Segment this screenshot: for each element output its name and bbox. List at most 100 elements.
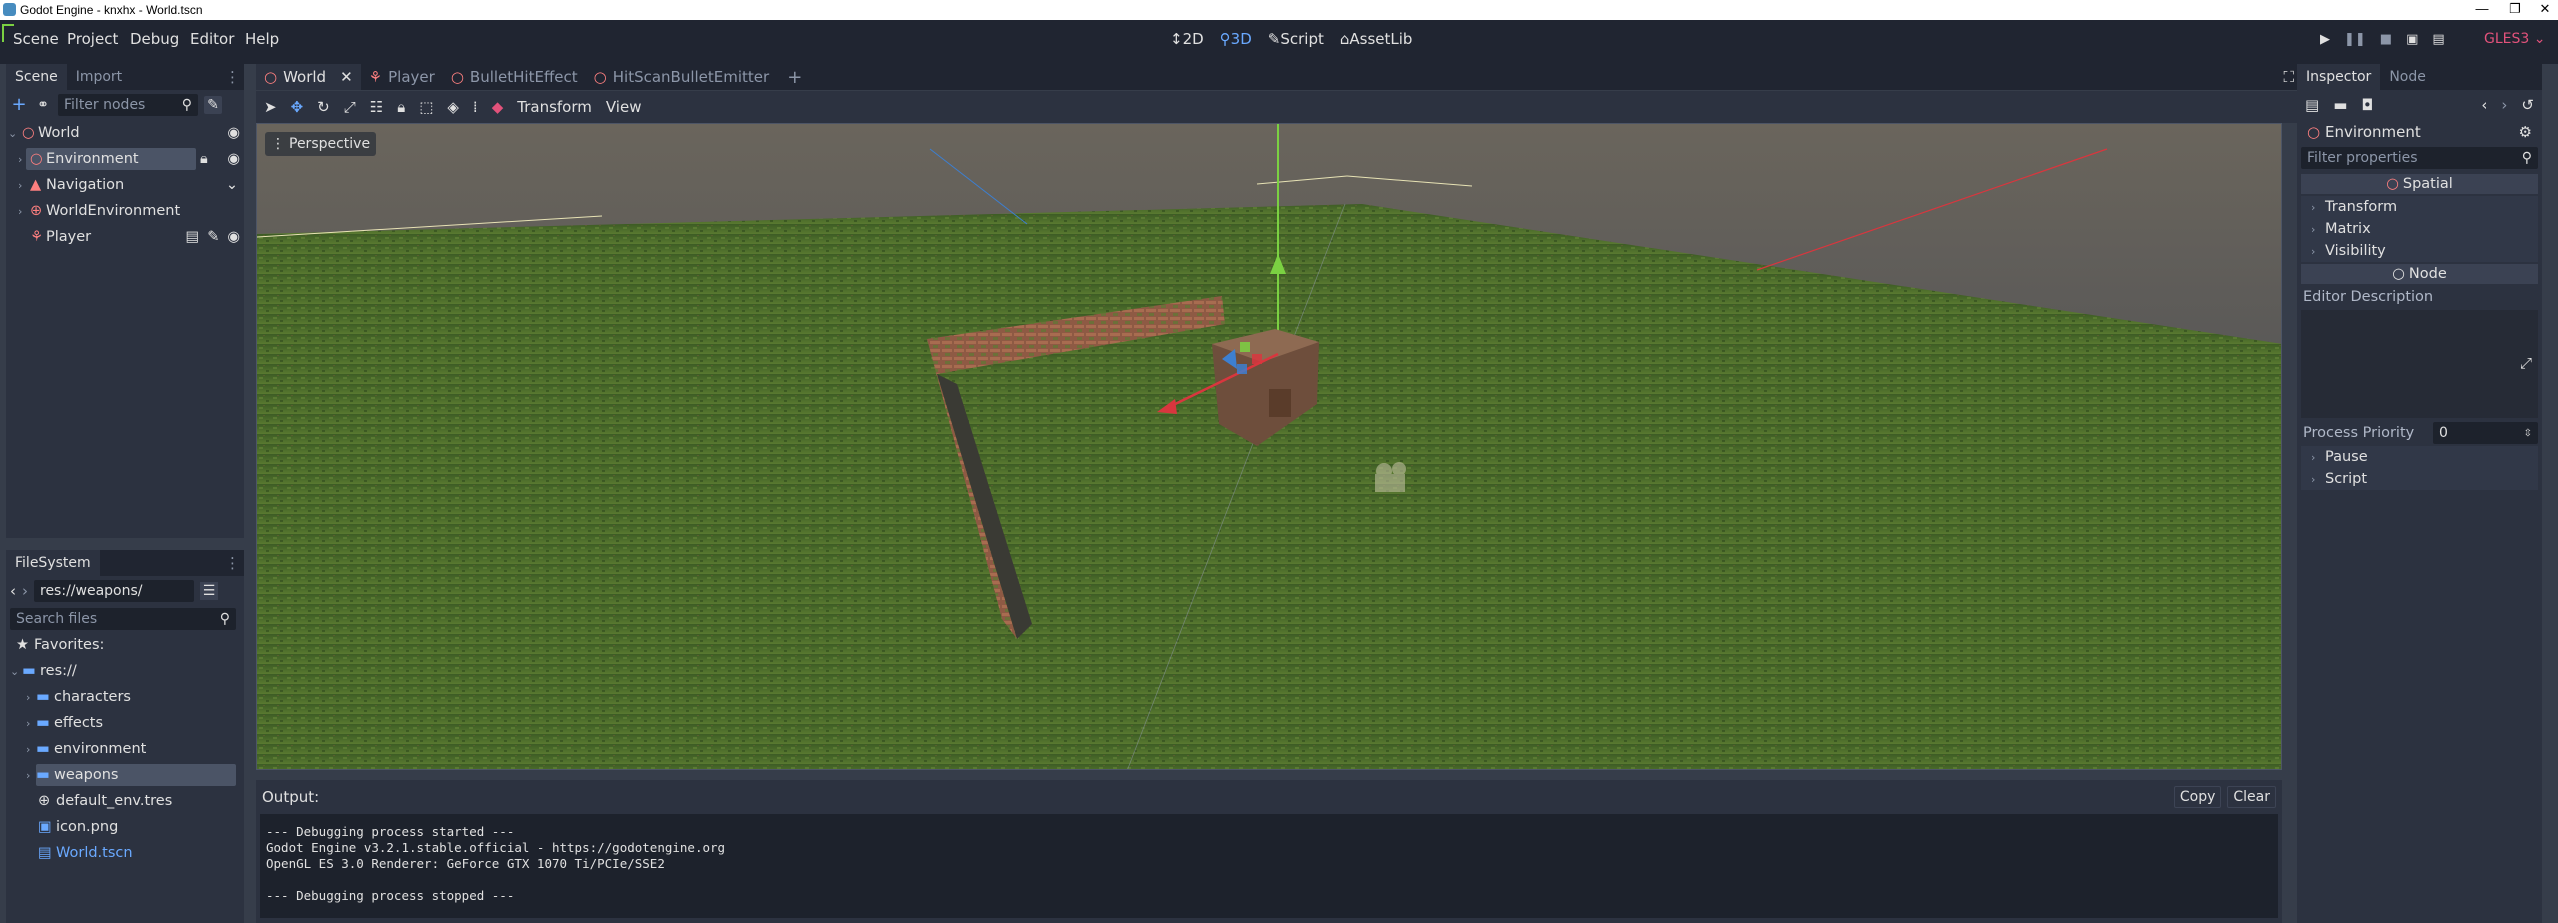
visibility-icon[interactable]: ◉ — [227, 151, 240, 167]
property-group-pause[interactable]: › Pause — [2301, 446, 2538, 468]
chevron-down-icon[interactable]: ⌄ — [226, 177, 238, 193]
snap-icon[interactable]: ⁞ — [473, 98, 478, 116]
camera-icon[interactable]: ◆ — [492, 98, 504, 116]
back-icon[interactable]: ‹ — [2481, 96, 2487, 114]
gizmo-plane-handle[interactable] — [1237, 364, 1247, 374]
expand-icon[interactable]: › — [18, 153, 26, 166]
3d-viewport[interactable]: ⋮ Perspective — [256, 123, 2282, 770]
3d-button[interactable]: ⚲3D — [1220, 30, 1252, 48]
close-tab-icon[interactable]: ✕ — [340, 68, 353, 86]
tree-item-navigation[interactable]: › ▲ Navigation ⌄ — [6, 172, 244, 198]
visibility-icon[interactable]: ◉ — [227, 229, 240, 245]
tab-bullethiteffect[interactable]: ○ BulletHitEffect — [443, 64, 586, 90]
tree-item-world[interactable]: ⌄ ○ World ◉ — [6, 120, 244, 146]
gizmo-plane-handle[interactable] — [1240, 342, 1250, 352]
move-tool-icon[interactable]: ✥ — [291, 98, 304, 116]
add-node-icon[interactable]: + — [10, 96, 28, 114]
expand-icon[interactable]: › — [26, 691, 36, 704]
menu-help[interactable]: Help — [245, 30, 279, 48]
filter-nodes-input[interactable]: Filter nodes ⚲ — [58, 94, 198, 116]
pause-icon[interactable]: ❚❚ — [2344, 32, 2366, 47]
path-field[interactable]: res://weapons/ — [34, 580, 194, 602]
menu-project[interactable]: Project — [67, 30, 118, 48]
tab-filesystem[interactable]: FileSystem — [6, 550, 100, 576]
split-mode-icon[interactable]: ☰ — [200, 582, 218, 600]
dock-menu-icon[interactable]: ⋮ — [225, 68, 240, 86]
folder-characters[interactable]: › ▬ characters — [6, 684, 244, 710]
stop-icon[interactable]: ■ — [2380, 32, 2392, 47]
expand-icon[interactable]: › — [26, 743, 36, 756]
menu-debug[interactable]: Debug — [130, 30, 179, 48]
inspected-object[interactable]: ○ Environment ⚙ — [2297, 120, 2542, 144]
close-window-icon[interactable]: ✕ — [2530, 1, 2558, 17]
tab-world[interactable]: ○ World ✕ — [256, 64, 361, 90]
select-tool-icon[interactable]: ➤ — [264, 98, 277, 116]
forward-icon[interactable]: › — [2501, 96, 2507, 114]
expand-icon[interactable]: › — [26, 769, 36, 782]
process-priority-spinbox[interactable]: 0 ⇳ — [2433, 422, 2538, 444]
property-group-matrix[interactable]: › Matrix — [2301, 218, 2538, 240]
open-folder-icon[interactable]: ▬ — [2333, 96, 2347, 114]
section-spatial[interactable]: ○ Spatial — [2301, 174, 2538, 194]
copy-button[interactable]: Copy — [2173, 786, 2222, 808]
minimize-icon[interactable]: — — [2467, 1, 2497, 16]
favorites-item[interactable]: ★ Favorites: — [6, 632, 244, 658]
folder-environment[interactable]: › ▬ environment — [6, 736, 244, 762]
filter-properties-input[interactable]: Filter properties ⚲ — [2301, 147, 2538, 169]
lock-icon[interactable]: 🔒︎ — [397, 98, 405, 116]
forward-icon[interactable]: › — [22, 582, 28, 600]
script-button[interactable]: ✎Script — [1268, 30, 1324, 48]
save-icon[interactable]: ◘ — [2361, 96, 2373, 114]
visibility-icon[interactable]: ◉ — [227, 125, 240, 141]
tab-player[interactable]: ⚘ Player — [361, 64, 443, 90]
play-icon[interactable]: ▶ — [2320, 32, 2330, 47]
collapse-icon[interactable]: ⌄ — [10, 665, 22, 678]
local-space-icon[interactable]: ◈ — [447, 98, 459, 116]
folder-effects[interactable]: › ▬ effects — [6, 710, 244, 736]
tab-scene[interactable]: Scene — [6, 64, 67, 90]
tab-node[interactable]: Node — [2380, 64, 2435, 90]
expand-editor-icon[interactable]: ⤢ — [2520, 354, 2532, 372]
play-scene-icon[interactable]: ▣ — [2406, 32, 2418, 47]
new-resource-icon[interactable]: ▤ — [2305, 96, 2319, 114]
menu-editor[interactable]: Editor — [190, 30, 234, 48]
tree-item-worldenvironment[interactable]: › ⊕ WorldEnvironment — [6, 198, 244, 224]
file-default-env[interactable]: ⊕ default_env.tres — [6, 788, 244, 814]
section-node[interactable]: ○ Node — [2301, 264, 2538, 284]
expand-icon[interactable]: › — [26, 717, 36, 730]
group-icon[interactable]: ⬚ — [419, 98, 433, 116]
list-select-icon[interactable]: ☷ — [370, 98, 383, 116]
tab-import[interactable]: Import — [67, 64, 131, 90]
dock-menu-icon[interactable]: ⋮ — [225, 554, 240, 572]
expand-icon[interactable]: › — [18, 205, 26, 218]
collapse-icon[interactable]: ⌄ — [8, 127, 22, 140]
back-icon[interactable]: ‹ — [10, 582, 16, 600]
add-tab-icon[interactable]: + — [777, 67, 812, 88]
expand-icon[interactable]: › — [18, 179, 26, 192]
2d-button[interactable]: ↕2D — [1170, 30, 1204, 48]
object-menu-icon[interactable]: ⚙ — [2519, 123, 2532, 141]
lock-icon[interactable]: 🔒︎ — [200, 151, 208, 167]
property-group-visibility[interactable]: › Visibility — [2301, 240, 2538, 262]
renderer-select[interactable]: GLES3 ⌄ — [2484, 31, 2545, 47]
tree-item-environment[interactable]: › ○ Environment 🔒︎ ◉ — [6, 146, 244, 172]
file-icon-png[interactable]: ▣ icon.png — [6, 814, 244, 840]
clear-button[interactable]: Clear — [2227, 786, 2276, 808]
spinner-icon[interactable]: ⇳ — [2524, 428, 2532, 439]
file-world-tscn[interactable]: ▤ World.tscn — [6, 840, 244, 866]
search-files-input[interactable]: Search files ⚲ — [10, 608, 236, 630]
menu-scene[interactable]: Scene — [13, 30, 59, 48]
script-attach-icon[interactable]: ✎ — [204, 96, 222, 114]
tree-item-player[interactable]: ⚘ Player ▤ ✎ ◉ — [6, 224, 244, 250]
editor-description-field[interactable]: ⤢ — [2301, 310, 2538, 418]
script-icon[interactable]: ✎ — [207, 229, 219, 245]
output-log[interactable]: --- Debugging process started --- Godot … — [260, 814, 2278, 918]
history-icon[interactable]: ↺ — [2521, 96, 2534, 114]
res-root-item[interactable]: ⌄ ▬ res:// — [6, 658, 244, 684]
property-group-transform[interactable]: › Transform — [2301, 196, 2538, 218]
rotate-tool-icon[interactable]: ↻ — [317, 98, 330, 116]
tab-inspector[interactable]: Inspector — [2297, 64, 2381, 90]
tab-hitscanbulletemitter[interactable]: ○ HitScanBulletEmitter — [586, 64, 778, 90]
gizmo-plane-handle[interactable] — [1252, 354, 1262, 364]
maximize-icon[interactable]: ❐ — [2500, 1, 2530, 17]
